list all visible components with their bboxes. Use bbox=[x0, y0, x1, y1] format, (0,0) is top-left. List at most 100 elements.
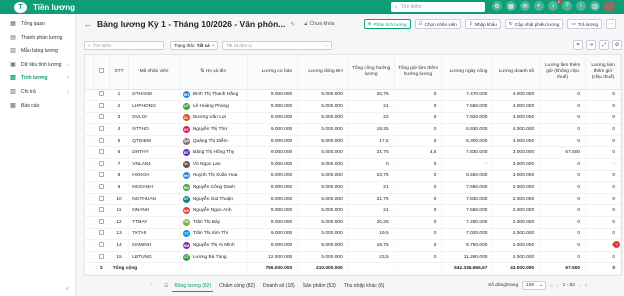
cell-name[interactable]: ĐT Đặng Thị Hồng Thy bbox=[179, 146, 248, 160]
cell-name[interactable]: NT Nguyễn Thị Thơ bbox=[179, 123, 248, 136]
row-checkbox-cell[interactable] bbox=[93, 146, 110, 160]
cell-daily-salary[interactable]: 7.920.000 bbox=[441, 112, 494, 125]
cell-ot-taxfree[interactable]: 0 bbox=[539, 170, 587, 183]
cell-overtime-hours[interactable]: 4,5 bbox=[394, 146, 443, 160]
notification-icon[interactable]: ♪ 1 bbox=[548, 0, 561, 11]
cell-name[interactable]: LP Lê Hoàng Phong bbox=[179, 100, 248, 113]
cell-base-salary[interactable]: 9.000.000 bbox=[247, 204, 299, 218]
cell-work-hours[interactable]: 0 bbox=[348, 158, 395, 171]
cell-insurance-salary[interactable]: 5.000.000 bbox=[297, 112, 349, 125]
global-search-input[interactable]: ⌕ Tìm kiếm bbox=[391, 2, 485, 12]
cell-insurance-salary[interactable]: 5.000.000 bbox=[297, 181, 349, 194]
cell-base-salary[interactable]: 9.000.000 bbox=[247, 112, 299, 125]
cell-ot-taxable[interactable]: 0 bbox=[585, 100, 621, 113]
sidebar-item-3[interactable]: ▣ Dữ liệu tính lương › bbox=[0, 59, 75, 71]
checkbox[interactable] bbox=[98, 195, 104, 201]
cell-sales-salary[interactable]: 4.000.000 bbox=[492, 100, 541, 113]
row-checkbox-cell[interactable] bbox=[93, 239, 110, 252]
cell-ot-taxfree[interactable]: 0 bbox=[539, 100, 587, 113]
info-icon[interactable]: i bbox=[576, 1, 586, 11]
cell-ot-taxfree[interactable]: 0 bbox=[539, 112, 587, 125]
cell-sales-salary[interactable]: 2.000.000 bbox=[492, 251, 541, 264]
cell-sales-salary[interactable]: 2.000.000 bbox=[492, 181, 541, 194]
checkbox[interactable] bbox=[98, 172, 104, 178]
cell-ot-taxfree[interactable]: 0 bbox=[539, 123, 587, 136]
update-payslip-button[interactable]: ↻ Cập nhật phiếu lương bbox=[504, 19, 564, 29]
cell-base-salary[interactable]: 9.000.000 bbox=[247, 193, 299, 206]
app-logo[interactable]: T bbox=[14, 1, 27, 13]
cell-ot-taxable[interactable]: 0 bbox=[585, 123, 621, 136]
cell-ot-taxable[interactable]: 0 bbox=[585, 228, 621, 241]
checkbox[interactable] bbox=[98, 126, 104, 132]
table-row[interactable]: 7 VNLAN1 VL Vũ Ngọc Lan 9.000.000 5.000.000 0 0… bbox=[85, 158, 621, 171]
help-icon[interactable]: ? bbox=[562, 1, 572, 11]
cell-work-hours[interactable]: 23,5 bbox=[348, 251, 395, 264]
cell-sales-salary[interactable]: 2.000.000 bbox=[492, 239, 541, 252]
tab-4[interactable]: Thu nhập khác (6) bbox=[342, 281, 387, 291]
sidebar-item-6[interactable]: ▩ Báo cáo bbox=[0, 100, 75, 112]
cell-base-salary[interactable]: 9.000.000 bbox=[247, 135, 299, 148]
cell-ot-taxable[interactable]: 0 bbox=[585, 204, 621, 218]
cell-ot-taxable[interactable]: 0 bbox=[585, 89, 621, 102]
row-checkbox-cell[interactable] bbox=[93, 89, 110, 102]
checkbox[interactable] bbox=[98, 230, 104, 236]
cell-insurance-salary[interactable]: 5.000.000 bbox=[297, 228, 349, 241]
cell-work-hours[interactable]: 20,25 bbox=[348, 216, 395, 229]
cell-overtime-hours[interactable]: 0 bbox=[394, 239, 443, 252]
cell-work-hours[interactable]: 21 bbox=[348, 204, 395, 218]
tabs-menu-icon[interactable]: ☰ bbox=[164, 283, 168, 289]
sidebar-item-1[interactable]: ▤ Thành phần lương bbox=[0, 32, 75, 44]
cell-base-salary[interactable]: 9.000.000 bbox=[247, 89, 299, 102]
checkbox[interactable] bbox=[98, 253, 104, 259]
cell-ot-taxfree[interactable]: 0 bbox=[539, 251, 587, 264]
row-checkbox-cell[interactable] bbox=[93, 158, 110, 171]
cell-daily-salary[interactable]: 6.750.000 bbox=[441, 239, 494, 252]
cell-insurance-salary[interactable]: 5.000.000 bbox=[297, 204, 349, 218]
cell-overtime-hours[interactable]: 0 bbox=[394, 193, 443, 206]
cell-ot-taxfree[interactable]: 0 bbox=[539, 158, 587, 171]
cell-base-salary[interactable]: 9.000.000 bbox=[247, 181, 299, 194]
cell-name[interactable]: ĐH Đinh Thị Thanh Hằng bbox=[179, 89, 248, 102]
checkbox[interactable] bbox=[98, 137, 104, 143]
cell-name[interactable]: NT Nguyễn Gia Thuận bbox=[179, 193, 248, 206]
checkbox[interactable] bbox=[98, 67, 104, 73]
cell-insurance-salary[interactable]: 5.000.000 bbox=[297, 135, 349, 148]
cell-sales-salary[interactable]: 2.000.000 bbox=[492, 204, 541, 218]
cell-daily-salary[interactable]: 7.830.000 bbox=[441, 146, 494, 160]
cell-daily-salary[interactable]: 7.560.000 bbox=[441, 100, 494, 113]
cell-insurance-salary[interactable]: 5.000.000 bbox=[297, 170, 349, 183]
column-header-work-hours[interactable]: Tổng công hưởng lương bbox=[348, 55, 395, 90]
cell-work-hours[interactable]: 19,25 bbox=[348, 123, 395, 136]
table-row[interactable]: 6 DHTHY ĐT Đặng Thị Hồng Thy 9.000.000 5.000.… bbox=[85, 146, 621, 160]
more-options-icon[interactable]: ⋯ bbox=[606, 19, 616, 29]
cell-name[interactable]: NM Nguyễn Thị Ái Minh bbox=[179, 239, 248, 252]
column-header-code[interactable]: Mã nhân viên bbox=[128, 55, 180, 90]
column-header-name[interactable]: ⇅ Họ và tên bbox=[179, 55, 248, 90]
settings-icon[interactable]: ⚙ bbox=[492, 1, 502, 11]
cell-daily-salary[interactable]: ◔ bbox=[441, 158, 494, 171]
table-row[interactable]: 14 NAMINH NM Nguyễn Thị Ái Minh 9.000.000 5.0… bbox=[85, 239, 621, 252]
cell-name[interactable]: TB Trần Thị Bảy bbox=[179, 216, 248, 229]
table-row[interactable]: 3 DVLOI DL Dương Văn Lợi 9.000.000 5.000.000 2… bbox=[85, 112, 621, 125]
cell-work-hours[interactable]: 21 bbox=[348, 100, 395, 113]
checkbox[interactable] bbox=[98, 149, 104, 155]
fullscreen-icon[interactable]: ⤢ bbox=[599, 40, 609, 50]
checkbox[interactable] bbox=[98, 102, 104, 108]
row-checkbox-cell[interactable] bbox=[93, 251, 110, 264]
collapse-sidebar-icon[interactable]: « bbox=[66, 286, 69, 292]
chat-icon[interactable]: ✉ bbox=[520, 1, 530, 11]
status-filter-select[interactable]: Trạng thái: Tất cả ⌄ bbox=[170, 40, 218, 50]
cell-ot-taxable[interactable]: 0 bbox=[585, 146, 621, 160]
cell-base-salary[interactable]: 9.000.000 bbox=[247, 100, 299, 113]
cell-daily-salary[interactable]: 6.930.000 bbox=[441, 123, 494, 136]
warning-icon[interactable]: ◔ bbox=[484, 161, 487, 167]
cell-overtime-hours[interactable]: 0 bbox=[394, 123, 443, 136]
cell-ot-taxfree[interactable]: 0 bbox=[539, 216, 587, 229]
cell-name[interactable]: NA Nguyễn Ngọc Anh bbox=[179, 204, 248, 218]
table-row[interactable]: 1 DTHANG ĐH Đinh Thị Thanh Hằng 9.000.000 5.0… bbox=[85, 89, 621, 102]
message-icon[interactable]: ◐ bbox=[534, 1, 544, 11]
checkbox[interactable] bbox=[98, 160, 104, 166]
cell-work-hours[interactable]: 22 bbox=[348, 112, 395, 125]
cell-work-hours[interactable]: 23,75 bbox=[348, 170, 395, 183]
last-page-icon[interactable]: » bbox=[585, 283, 588, 289]
